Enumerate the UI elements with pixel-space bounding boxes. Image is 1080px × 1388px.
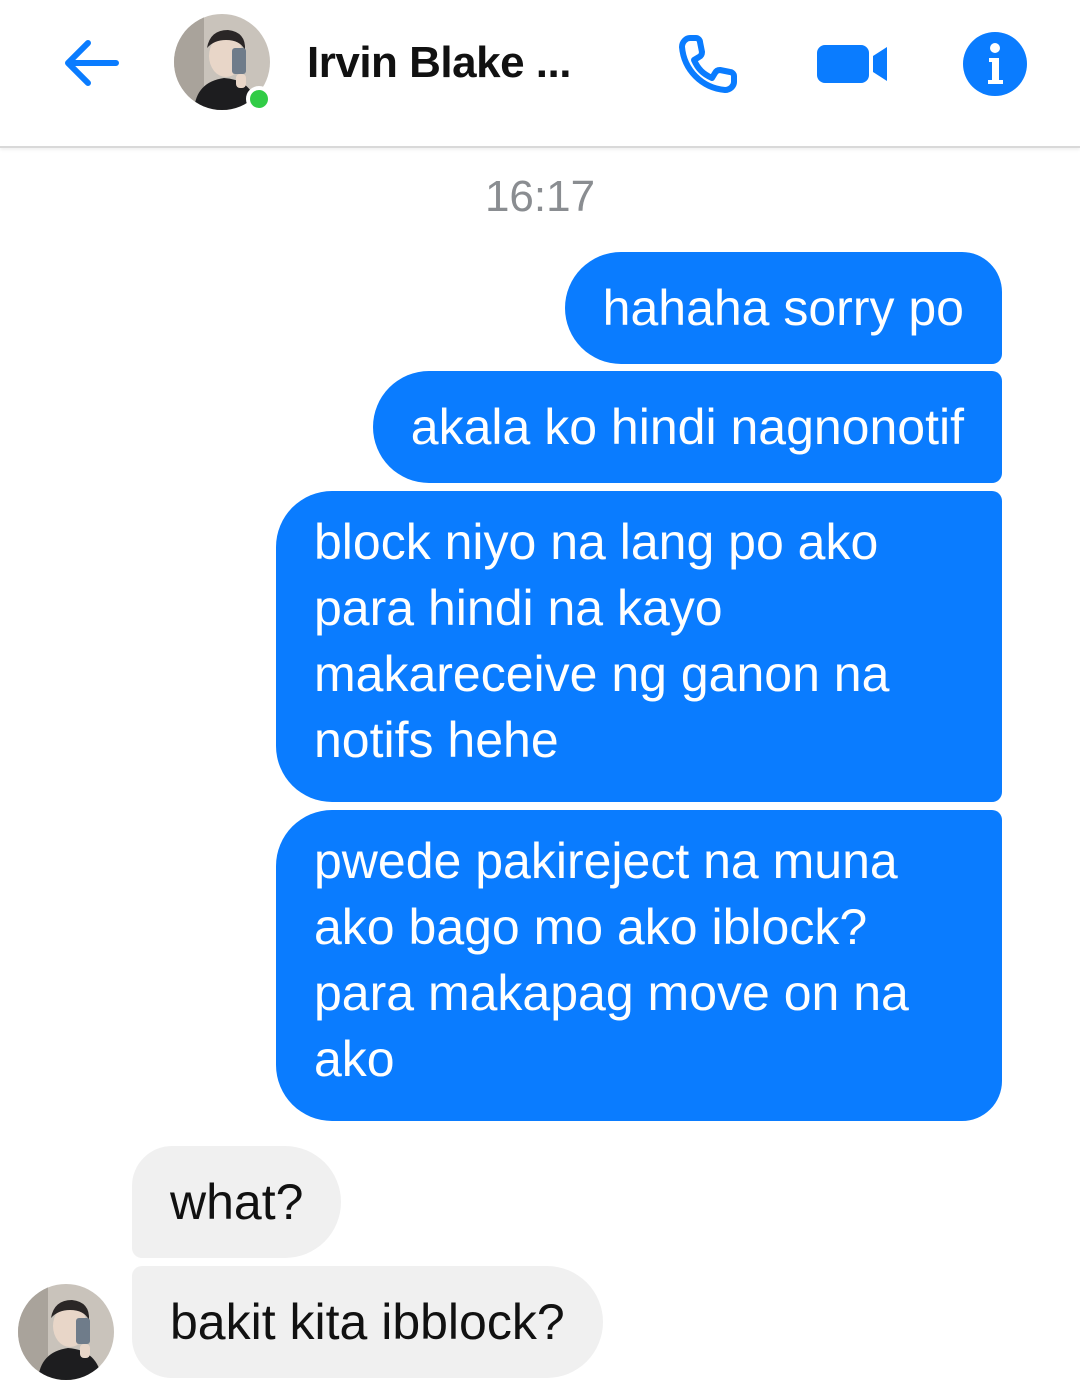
voice-call-button[interactable] [670,26,746,102]
back-button[interactable] [52,28,128,98]
message-timestamp: 16:17 [484,172,596,221]
back-arrow-icon [65,40,119,86]
outgoing-message[interactable]: hahaha sorry po [564,252,1002,364]
incoming-message[interactable]: what? [132,1146,342,1258]
outgoing-message[interactable]: pwede pakireject na muna ako bago mo ako… [276,810,1002,1121]
online-status-indicator [246,86,272,112]
info-icon [963,32,1027,96]
info-button[interactable] [957,26,1033,102]
outgoing-message[interactable]: block niyo na lang po ako para hindi na … [276,491,1002,802]
avatar-image [18,1284,114,1380]
chat-header: Irvin Blake ... [0,0,1080,148]
contact-avatar[interactable] [174,14,272,112]
sender-avatar[interactable] [18,1284,114,1380]
video-camera-icon [817,45,887,83]
contact-name[interactable]: Irvin Blake ... [307,38,571,88]
incoming-message[interactable]: bakit kita ibblock? [132,1266,603,1378]
video-call-button[interactable] [815,26,891,102]
phone-icon [679,35,737,93]
outgoing-message[interactable]: akala ko hindi nagnonotif [372,371,1002,483]
